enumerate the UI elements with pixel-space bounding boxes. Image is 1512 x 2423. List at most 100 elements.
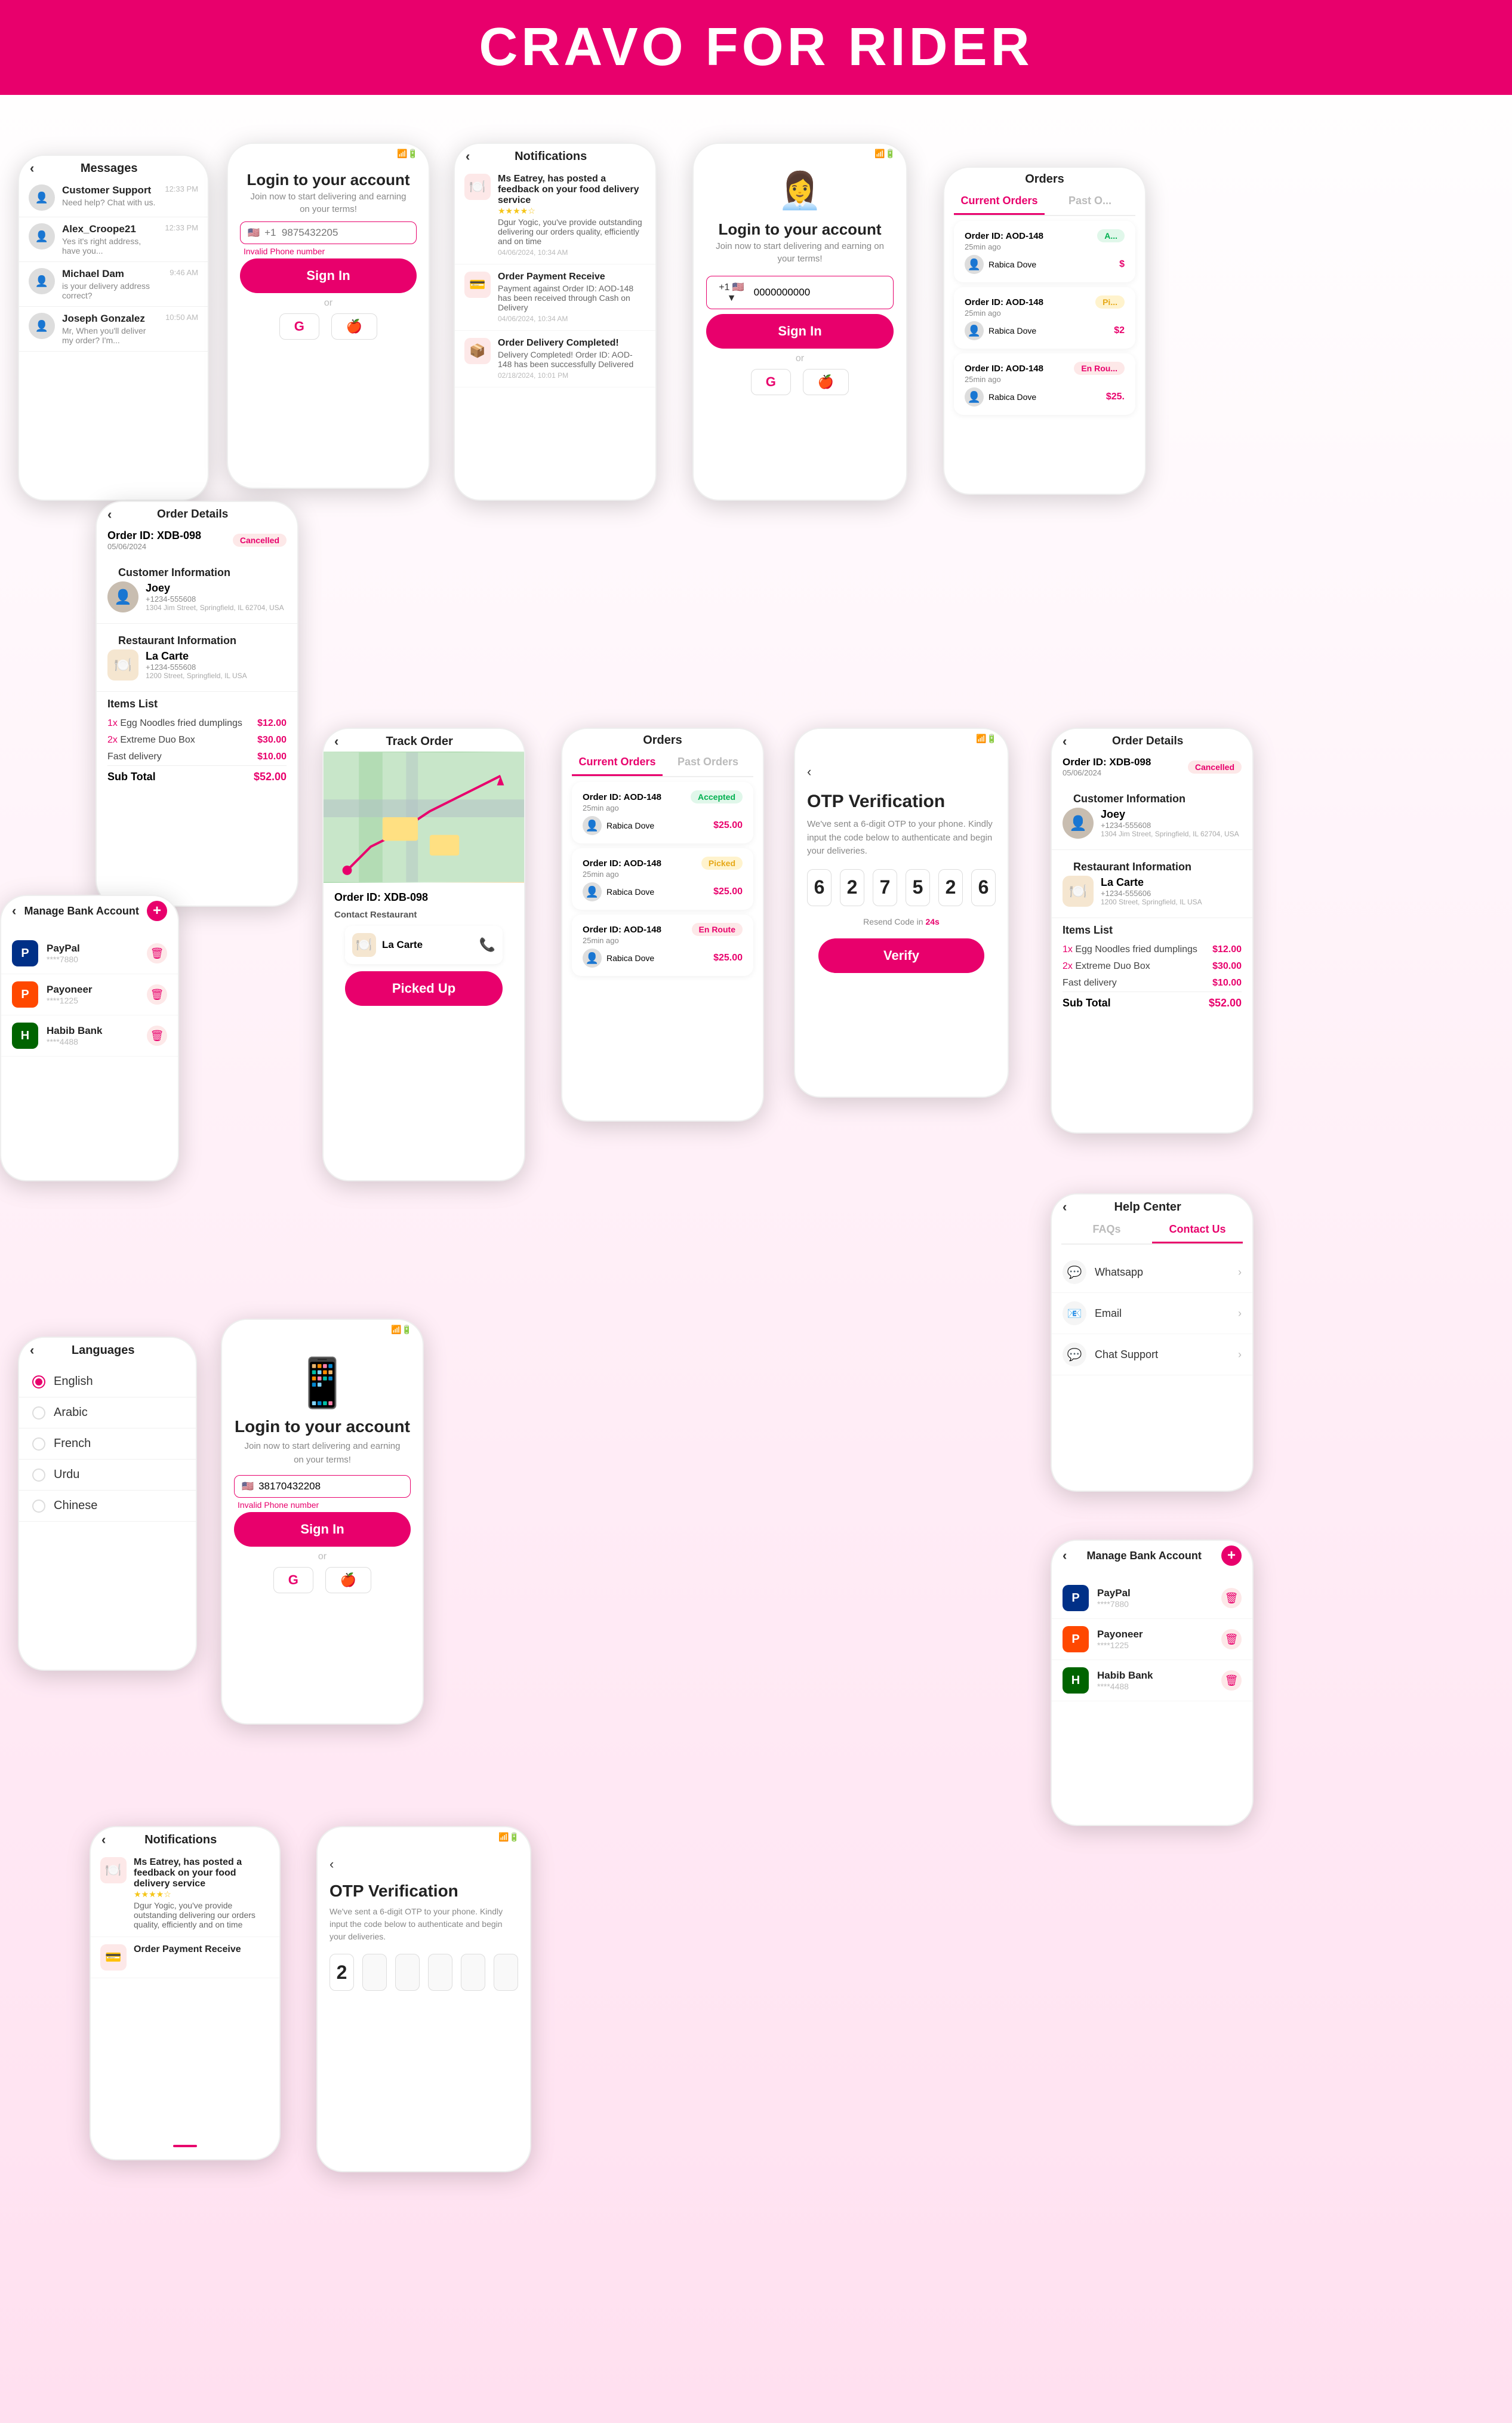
msg-item-4[interactable]: 👤 Joseph Gonzalez Mr, When you'll delive… (19, 307, 208, 352)
bank-item-paypal-1[interactable]: P PayPal ****7880 🗑 (1, 933, 178, 974)
order-card-mid-1[interactable]: Order ID: AOD-148 Accepted 25min ago 👤 R… (572, 782, 753, 843)
otp2-d2[interactable] (362, 1954, 387, 1991)
bank-item-habib-2[interactable]: H Habib Bank ****4488 🗑 (1052, 1660, 1252, 1701)
order-card-top-2[interactable]: Order ID: AOD-148 Pi... 25min ago 👤 Rabi… (954, 287, 1135, 349)
otp-boxes-1: 6 2 7 5 2 6 (807, 869, 996, 906)
tab-current-mid[interactable]: Current Orders (572, 750, 663, 776)
sign-in-btn-2[interactable]: Sign In (706, 314, 893, 349)
add-bank-btn-2[interactable]: + (1221, 1545, 1242, 1566)
od1-customer-avatar: 👤 (107, 581, 138, 612)
otp-d2[interactable]: 2 (840, 869, 864, 906)
google-btn-3[interactable]: G (273, 1567, 313, 1593)
phone-icon-track[interactable]: 📞 (479, 937, 495, 953)
delete-payoneer-1[interactable]: 🗑 (147, 984, 167, 1005)
lang-item-5[interactable]: Chinese (19, 1491, 196, 1522)
order-id-t2: Order ID: AOD-148 (965, 297, 1043, 307)
login-subtitle-2: Join now to start delivering and earning… (694, 240, 906, 271)
otp-d3[interactable]: 7 (873, 869, 897, 906)
notif-title-1: Ms Eatrey, has posted a feedback on your… (498, 174, 646, 206)
otp2-d3[interactable] (395, 1954, 420, 1991)
back-button[interactable]: ‹ (30, 161, 34, 176)
help-whatsapp[interactable]: 💬 Whatsapp › (1052, 1252, 1252, 1293)
picked-up-btn[interactable]: Picked Up (345, 971, 503, 1006)
price-m3: $25.00 (713, 953, 743, 963)
badge-m2: Picked (701, 857, 743, 870)
notif-item-2: 💳 Order Payment Receive Payment against … (455, 264, 655, 331)
od2-rest-name: La Carte (1101, 876, 1202, 889)
otp2-d4[interactable] (428, 1954, 452, 1991)
otp-timer: 24s (925, 917, 939, 926)
otp-d4[interactable]: 5 (906, 869, 930, 906)
back-btn-bank2[interactable]: ‹ (1063, 1548, 1067, 1563)
delete-habib-2[interactable]: 🗑 (1221, 1670, 1242, 1691)
bank-item-payoneer-1[interactable]: P Payoneer ****1225 🗑 (1, 974, 178, 1015)
add-bank-btn[interactable]: + (147, 901, 167, 921)
otp-d1[interactable]: 6 (807, 869, 832, 906)
order-card-mid-2[interactable]: Order ID: AOD-148 Picked 25min ago 👤 Rab… (572, 848, 753, 910)
otp2-d1[interactable]: 2 (330, 1954, 354, 1991)
tab-contact-us[interactable]: Contact Us (1152, 1217, 1243, 1243)
help-email[interactable]: 📧 Email › (1052, 1293, 1252, 1334)
back-btn-lang[interactable]: ‹ (30, 1343, 34, 1358)
back-btn-track[interactable]: ‹ (334, 734, 338, 749)
back-btn-otp1[interactable]: ‹ (807, 764, 811, 779)
msg-time-3: 9:46 AM (170, 268, 198, 277)
msg-name-1: Customer Support (62, 184, 158, 196)
notif-title-2: Order Payment Receive (498, 272, 646, 282)
delete-habib-1[interactable]: 🗑 (147, 1026, 167, 1046)
order-id-t1: Order ID: AOD-148 (965, 231, 1043, 241)
otp2-d6[interactable] (494, 1954, 518, 1991)
od1-items-label: Items List (107, 698, 287, 715)
back-btn-notif[interactable]: ‹ (466, 149, 470, 164)
msg-item-3[interactable]: 👤 Michael Dam is your delivery address c… (19, 262, 208, 307)
tab-faqs[interactable]: FAQs (1061, 1217, 1152, 1243)
lang-item-3[interactable]: French (19, 1428, 196, 1460)
back-btn-otp2[interactable]: ‹ (330, 1856, 334, 1871)
tab-current-orders-top[interactable]: Current Orders (954, 189, 1045, 215)
delete-paypal-1[interactable]: 🗑 (147, 943, 167, 963)
verify-btn-1[interactable]: Verify (818, 938, 984, 973)
notif2-icon-1: 🍽️ (100, 1857, 127, 1883)
contact-rest-box: 🍽️ La Carte 📞 (345, 926, 503, 964)
google-btn-1[interactable]: G (279, 313, 319, 340)
back-btn-od1[interactable]: ‹ (107, 507, 112, 522)
phone-input-1[interactable] (264, 227, 409, 239)
apple-btn-2[interactable]: 🍎 (803, 369, 849, 395)
lang-item-4[interactable]: Urdu (19, 1460, 196, 1491)
help-chat[interactable]: 💬 Chat Support › (1052, 1334, 1252, 1375)
lang-item-1[interactable]: English (19, 1366, 196, 1397)
sign-in-btn-1[interactable]: Sign In (240, 258, 417, 293)
delete-paypal-2[interactable]: 🗑 (1221, 1588, 1242, 1608)
tab-past-orders-top[interactable]: Past O... (1045, 189, 1135, 215)
google-btn-2[interactable]: G (751, 369, 791, 395)
tab-past-mid[interactable]: Past Orders (663, 750, 753, 776)
lang-item-2[interactable]: Arabic (19, 1397, 196, 1428)
back-btn-bank1[interactable]: ‹ (12, 903, 16, 919)
phone-input-2[interactable] (754, 287, 886, 298)
order-card-top-1[interactable]: Order ID: AOD-148 A... 25min ago 👤 Rabic… (954, 221, 1135, 282)
back-btn-od2[interactable]: ‹ (1063, 734, 1067, 749)
stars: ★★★★☆ (498, 206, 646, 216)
apple-btn-3[interactable]: 🍎 (325, 1567, 371, 1593)
bank-item-paypal-2[interactable]: P PayPal ****7880 🗑 (1052, 1578, 1252, 1619)
back-btn-notif2[interactable]: ‹ (101, 1832, 106, 1848)
msg-item-2[interactable]: 👤 Alex_Croope21 Yes it's right address, … (19, 217, 208, 262)
order-card-top-3[interactable]: Order ID: AOD-148 En Rou... 25min ago 👤 … (954, 353, 1135, 415)
help-title: Help Center (1114, 1200, 1181, 1214)
bank-item-payoneer-2[interactable]: P Payoneer ****1225 🗑 (1052, 1619, 1252, 1660)
flag-code: +1 🇺🇸 ▼ (714, 281, 749, 304)
msg-item-1[interactable]: 👤 Customer Support Need help? Chat with … (19, 178, 208, 217)
customer-m1: Rabica Dove (606, 821, 654, 830)
delete-payoneer-2[interactable]: 🗑 (1221, 1629, 1242, 1649)
order-card-mid-3[interactable]: Order ID: AOD-148 En Route 25min ago 👤 R… (572, 915, 753, 976)
otp-d6[interactable]: 6 (971, 869, 996, 906)
sign-in-btn-3[interactable]: Sign In (234, 1512, 411, 1547)
habib-logo-2: H (1063, 1667, 1089, 1694)
manage-bank-screen-2: ‹ Manage Bank Account + P PayPal ****788… (1051, 1540, 1254, 1826)
bank-item-habib-1[interactable]: H Habib Bank ****4488 🗑 (1, 1015, 178, 1057)
otp2-d5[interactable] (461, 1954, 485, 1991)
otp-d5[interactable]: 2 (938, 869, 963, 906)
phone-input-3[interactable] (258, 1480, 403, 1492)
apple-btn-1[interactable]: 🍎 (331, 313, 377, 340)
back-btn-help[interactable]: ‹ (1063, 1199, 1067, 1215)
